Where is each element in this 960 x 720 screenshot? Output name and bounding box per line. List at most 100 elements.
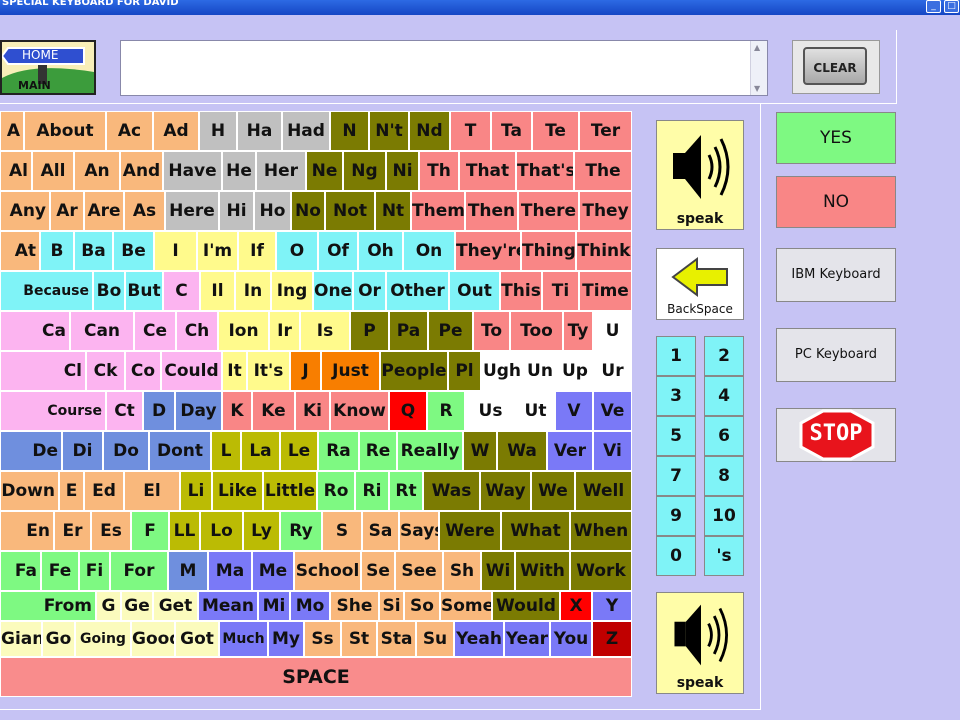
word-key[interactable]: Ad: [153, 111, 199, 151]
word-key[interactable]: Nd: [409, 111, 450, 151]
word-key[interactable]: Le: [280, 431, 318, 471]
word-key[interactable]: Ho: [254, 191, 291, 231]
number-key[interactable]: 1: [656, 336, 696, 376]
word-key[interactable]: Other: [386, 271, 449, 311]
word-key[interactable]: La: [241, 431, 280, 471]
word-key[interactable]: Going: [75, 621, 131, 657]
word-key[interactable]: Ion: [218, 311, 269, 351]
word-key[interactable]: Re: [359, 431, 397, 471]
word-key[interactable]: LL: [169, 511, 200, 551]
word-key[interactable]: Them: [411, 191, 465, 231]
word-key[interactable]: Li: [180, 471, 212, 511]
word-key[interactable]: Says: [399, 511, 439, 551]
word-key[interactable]: See: [395, 551, 443, 591]
word-key[interactable]: Down: [0, 471, 59, 511]
word-key[interactable]: Fa: [0, 551, 41, 591]
word-key[interactable]: Can: [70, 311, 134, 351]
word-key[interactable]: Is: [300, 311, 350, 351]
backspace-button[interactable]: BackSpace: [656, 248, 744, 320]
word-key[interactable]: In: [235, 271, 271, 311]
word-key[interactable]: Wi: [481, 551, 515, 591]
word-key[interactable]: I'm: [197, 231, 238, 271]
word-key[interactable]: Mean: [198, 591, 258, 621]
word-key[interactable]: All: [32, 151, 74, 191]
word-key[interactable]: Good: [131, 621, 175, 657]
word-key[interactable]: An: [74, 151, 120, 191]
word-key[interactable]: Ct: [106, 391, 143, 431]
number-key[interactable]: 4: [704, 376, 744, 416]
word-key[interactable]: Ur: [593, 351, 632, 391]
word-key[interactable]: Of: [318, 231, 358, 271]
word-key[interactable]: P: [350, 311, 389, 351]
word-key[interactable]: Al: [0, 151, 32, 191]
word-key[interactable]: Thing: [521, 231, 576, 271]
maximize-icon[interactable]: □: [944, 0, 959, 13]
word-key[interactable]: Ti: [542, 271, 579, 311]
word-key[interactable]: Here: [165, 191, 219, 231]
word-key[interactable]: Giant: [0, 621, 42, 657]
word-key[interactable]: K: [222, 391, 252, 431]
word-key[interactable]: Really: [397, 431, 463, 471]
word-key[interactable]: Too: [510, 311, 563, 351]
word-key[interactable]: Were: [439, 511, 501, 551]
word-key[interactable]: Ge: [121, 591, 153, 621]
word-key[interactable]: If: [238, 231, 276, 271]
word-key[interactable]: B: [40, 231, 74, 271]
word-key[interactable]: Ne: [306, 151, 343, 191]
word-key[interactable]: Ing: [271, 271, 313, 311]
word-key[interactable]: G: [96, 591, 121, 621]
number-key[interactable]: 10: [704, 496, 744, 536]
number-key[interactable]: 8: [704, 456, 744, 496]
word-key[interactable]: J: [290, 351, 321, 391]
word-key[interactable]: U: [593, 311, 632, 351]
word-key[interactable]: Out: [449, 271, 500, 311]
word-key[interactable]: Z: [592, 621, 632, 657]
word-key[interactable]: L: [211, 431, 241, 471]
word-key[interactable]: Ed: [84, 471, 124, 511]
word-key[interactable]: Time: [579, 271, 632, 311]
word-key[interactable]: Se: [361, 551, 395, 591]
word-key[interactable]: My: [268, 621, 304, 657]
word-key[interactable]: Ba: [74, 231, 113, 271]
word-key[interactable]: Or: [353, 271, 386, 311]
word-key[interactable]: Co: [125, 351, 161, 391]
clear-button[interactable]: CLEAR: [792, 40, 880, 94]
scroll-down-icon[interactable]: ▼: [754, 84, 760, 93]
word-key[interactable]: Go: [42, 621, 75, 657]
word-key[interactable]: So: [404, 591, 440, 621]
word-key[interactable]: T: [450, 111, 491, 151]
word-key[interactable]: Y: [592, 591, 632, 621]
word-key[interactable]: Fi: [79, 551, 110, 591]
word-key[interactable]: At: [0, 231, 40, 271]
word-key[interactable]: R: [427, 391, 465, 431]
word-key[interactable]: Ck: [86, 351, 125, 391]
word-key[interactable]: Hi: [219, 191, 254, 231]
word-key[interactable]: Like: [212, 471, 263, 511]
stop-button[interactable]: STOP: [776, 408, 896, 462]
no-button[interactable]: NO: [776, 176, 896, 228]
word-key[interactable]: Course: [0, 391, 106, 431]
word-key[interactable]: On: [403, 231, 455, 271]
word-key[interactable]: Pa: [389, 311, 428, 351]
word-key[interactable]: Just: [321, 351, 380, 391]
word-key[interactable]: Dont: [149, 431, 211, 471]
word-key[interactable]: School: [294, 551, 361, 591]
word-key[interactable]: Mo: [290, 591, 330, 621]
word-key[interactable]: Lo: [200, 511, 243, 551]
word-key[interactable]: Nt: [375, 191, 411, 231]
word-key[interactable]: Cl: [0, 351, 86, 391]
word-key[interactable]: And: [120, 151, 163, 191]
word-key[interactable]: Would: [492, 591, 560, 621]
word-key[interactable]: The: [574, 151, 632, 191]
word-key[interactable]: Her: [256, 151, 306, 191]
word-key[interactable]: N't: [369, 111, 409, 151]
word-key[interactable]: M: [168, 551, 208, 591]
word-key[interactable]: Ri: [355, 471, 389, 511]
number-key[interactable]: 0: [656, 536, 696, 576]
word-key[interactable]: Ma: [208, 551, 252, 591]
word-key[interactable]: She: [330, 591, 379, 621]
word-key[interactable]: Ry: [280, 511, 322, 551]
word-key[interactable]: Il: [200, 271, 235, 311]
word-key[interactable]: Day: [175, 391, 222, 431]
home-button[interactable]: HOME MAIN: [0, 40, 96, 95]
